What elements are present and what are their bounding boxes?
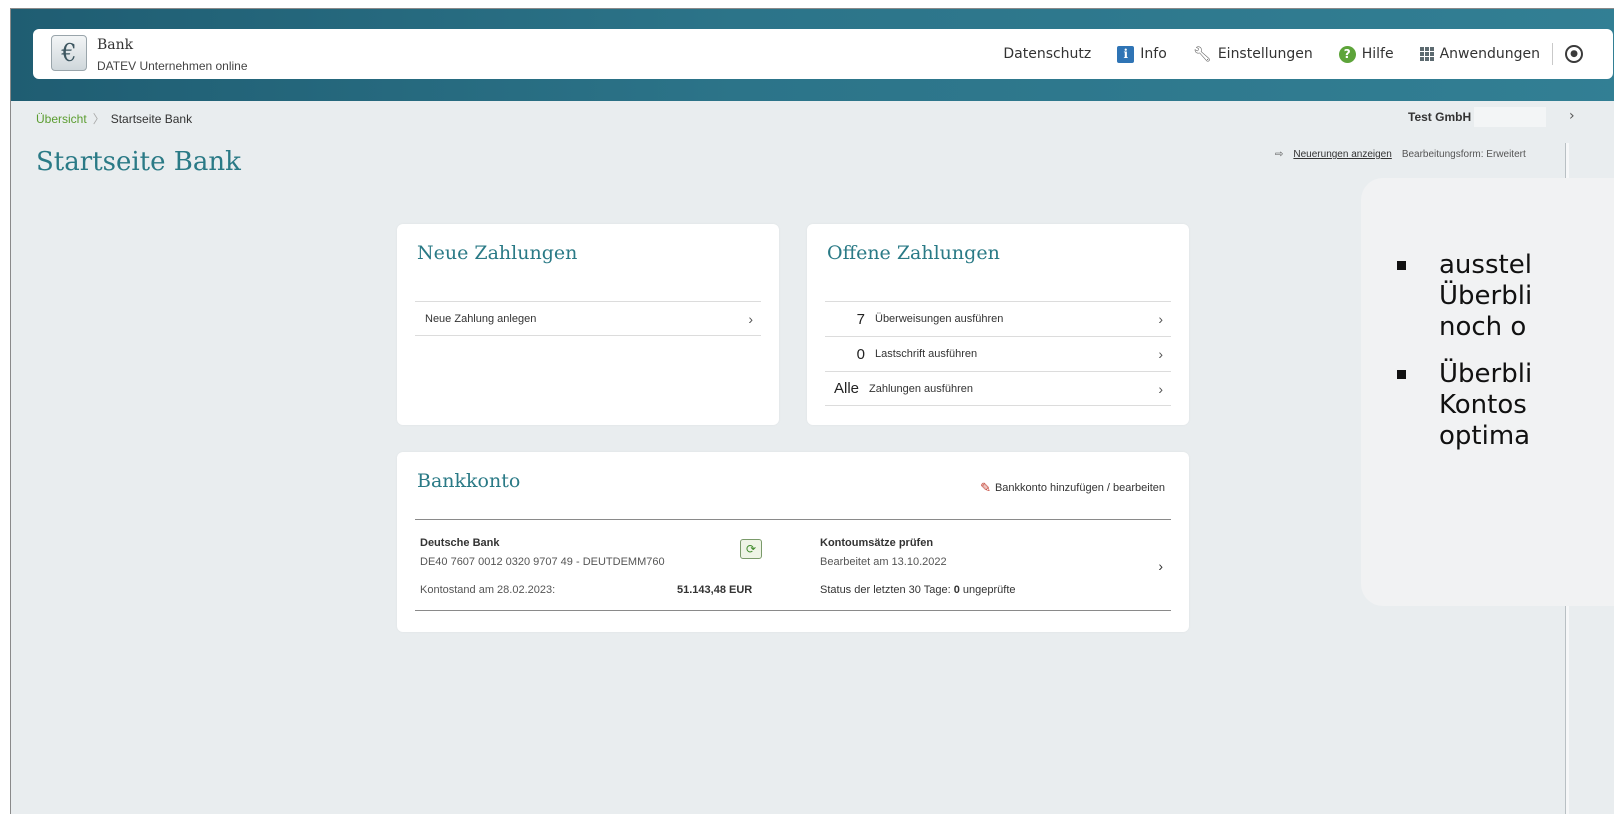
bank-name: Deutsche Bank: [420, 537, 500, 549]
balance-label: Kontostand am 28.02.2023:: [420, 584, 556, 596]
euro-logo-icon[interactable]: €: [51, 35, 87, 71]
chevron-right-icon: 〉: [92, 112, 105, 126]
nav-anwendungen[interactable]: Anwendungen: [1419, 46, 1540, 62]
card-offene-zahlungen: Offene Zahlungen 7 Überweisungen ausführ…: [807, 224, 1189, 425]
page-title: Startseite Bank: [36, 147, 241, 177]
nav-info[interactable]: i Info: [1117, 45, 1167, 63]
nav-anwendungen-label: Anwendungen: [1439, 46, 1540, 62]
edited-date: Bearbeitet am 13.10.2022: [820, 556, 947, 568]
row-label: Zahlungen ausführen: [869, 382, 973, 395]
apps-grid-icon: [1419, 47, 1434, 61]
chevron-right-icon: ›: [748, 310, 753, 327]
card-title: Offene Zahlungen: [827, 242, 1000, 264]
iban: DE40 7607 0012 0320 9707 49 - DEUTDEMM76…: [420, 556, 665, 568]
callout-line: Überbli: [1439, 359, 1533, 389]
row-count: Alle: [833, 380, 859, 397]
chevron-right-icon: ›: [1158, 558, 1163, 574]
chevron-right-icon[interactable]: ›: [1569, 108, 1575, 124]
company-name[interactable]: Test GmbH: [1408, 110, 1471, 124]
callout-list: ausstel Überbli noch o Überbli Kontos op…: [1379, 250, 1532, 468]
list-item[interactable]: 0 Lastschrift ausführen ›: [825, 336, 1171, 371]
nav-hilfe-label: Hilfe: [1361, 46, 1394, 62]
add-edit-account-label: Bankkonto hinzufügen / bearbeiten: [994, 482, 1165, 494]
status-prefix: Status der letzten 30 Tage:: [820, 584, 954, 596]
callout-bullet: Überbli Kontos optima: [1379, 359, 1532, 452]
nav-datenschutz-label: Datenschutz: [1003, 46, 1092, 62]
breadcrumb: Übersicht 〉 Startseite Bank: [36, 110, 192, 127]
app-header: € Bank DATEV Unternehmen online Datensch…: [33, 29, 1613, 79]
pencil-icon: ✎: [980, 480, 991, 495]
list-item[interactable]: 7 Überweisungen ausführen ›: [825, 301, 1171, 336]
row-label: Überweisungen ausführen: [875, 313, 1004, 325]
nav-hilfe[interactable]: ? Hilfe: [1338, 45, 1394, 63]
nav-info-label: Info: [1140, 46, 1167, 62]
news-link[interactable]: Neuerungen anzeigen: [1293, 149, 1391, 160]
callout-line: optima: [1439, 421, 1531, 451]
info-icon: i: [1117, 45, 1135, 63]
help-icon: ?: [1338, 45, 1356, 63]
add-edit-account-link[interactable]: ✎ Bankkonto hinzufügen / bearbeiten: [980, 480, 1165, 496]
callout-line: Überbli: [1439, 281, 1533, 311]
edit-mode-label[interactable]: Bearbeitungsform: Erweitert: [1402, 149, 1526, 160]
callout-line: Kontos: [1439, 390, 1527, 420]
list-item[interactable]: Neue Zahlung anlegen ›: [415, 301, 761, 336]
status-suffix: ungeprüfte: [959, 584, 1016, 596]
callout-line: ausstel: [1439, 250, 1532, 280]
card-neue-zahlungen: Neue Zahlungen Neue Zahlung anlegen ›: [397, 224, 779, 425]
card-title: Bankkonto: [417, 470, 521, 492]
sync-icon[interactable]: ⟳: [740, 539, 762, 559]
card-bankkonto: Bankkonto ✎ Bankkonto hinzufügen / bearb…: [397, 452, 1189, 632]
list-item[interactable]: Alle Zahlungen ausführen ›: [825, 371, 1171, 406]
arrow-right-icon: ⇨: [1275, 149, 1284, 160]
chevron-right-icon: ›: [1158, 380, 1163, 397]
nav-divider: [1552, 43, 1553, 65]
app-subtitle: DATEV Unternehmen online: [97, 59, 248, 73]
callout-bullet: ausstel Überbli noch o: [1379, 250, 1532, 343]
nav-einstellungen-label: Einstellungen: [1217, 46, 1313, 62]
callout-line: noch o: [1439, 312, 1527, 342]
row-label: Lastschrift ausführen: [875, 348, 978, 360]
row-count: 0: [856, 345, 865, 363]
check-title: Kontoumsätze prüfen: [820, 537, 934, 549]
user-icon[interactable]: ●: [1565, 45, 1583, 63]
news-bar: ⇨ Neuerungen anzeigen Bearbeitungsform: …: [1275, 149, 1526, 160]
card-title: Neue Zahlungen: [417, 242, 578, 264]
top-nav: Datenschutz i Info 🔧︎ Einstellungen ? Hi…: [1003, 29, 1583, 79]
chevron-right-icon: ›: [1158, 311, 1163, 327]
balance-value: 51.143,48 EUR: [677, 584, 753, 596]
chevron-right-icon: ›: [1158, 346, 1163, 362]
row-count: 7: [856, 310, 865, 328]
nav-datenschutz[interactable]: Datenschutz: [1003, 46, 1091, 62]
breadcrumb-current: Startseite Bank: [110, 111, 193, 126]
breadcrumb-root-link[interactable]: Übersicht: [36, 112, 87, 126]
app-title: Bank: [97, 37, 134, 53]
callout-panel: ausstel Überbli noch o Überbli Kontos op…: [1361, 178, 1614, 606]
wrench-icon: 🔧︎: [1192, 45, 1212, 63]
nav-einstellungen[interactable]: 🔧︎ Einstellungen: [1193, 45, 1313, 63]
company-selector-field[interactable]: [1474, 107, 1546, 127]
status-text: Status der letzten 30 Tage: 0 ungeprüfte: [820, 584, 1016, 596]
row-label: Neue Zahlung anlegen: [425, 312, 537, 325]
account-row[interactable]: Deutsche Bank DE40 7607 0012 0320 9707 4…: [415, 519, 1171, 611]
